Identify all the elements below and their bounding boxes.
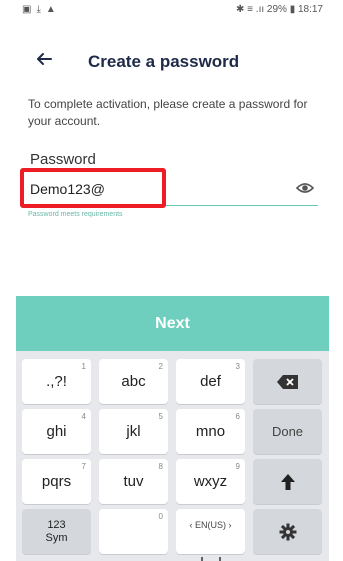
settings-icon: [279, 523, 297, 541]
eye-icon[interactable]: [295, 179, 315, 197]
key-label: ghi: [46, 423, 67, 440]
key-label: wxyz: [193, 473, 228, 490]
next-button[interactable]: Next: [16, 296, 329, 351]
key-label: tuv: [123, 473, 144, 490]
key-jkl[interactable]: jkl 5: [99, 409, 168, 454]
status-bar: ▣ ⤓ ▲ ✱ ≡ .ıı 29% ▮ 18:17: [16, 0, 329, 22]
key-number: 5: [158, 412, 163, 421]
page-title: Create a password: [88, 52, 240, 71]
key-number: 0: [158, 512, 163, 521]
back-arrow-icon[interactable]: [34, 49, 56, 71]
backspace-icon: [276, 373, 300, 390]
key-mno[interactable]: mno 6: [176, 409, 245, 454]
instructions-text: To complete activation, please create a …: [28, 97, 308, 128]
key-number: 3: [235, 362, 240, 371]
key-shift[interactable]: [253, 459, 322, 504]
key-label: def: [200, 373, 221, 390]
key-label: 123 Sym: [45, 519, 68, 545]
key-done[interactable]: Done: [253, 409, 322, 454]
password-hint: Password meets requirements: [28, 211, 123, 218]
password-highlight-box: [20, 168, 166, 208]
key-backspace[interactable]: [253, 359, 322, 404]
key-tuv[interactable]: tuv 8: [99, 459, 168, 504]
key-label: abc: [121, 373, 146, 390]
key-label: pqrs: [41, 473, 72, 490]
key-label: mno: [195, 423, 226, 440]
key-number: 1: [81, 362, 86, 371]
key-label: jkl: [126, 423, 141, 440]
key-punctuation[interactable]: .,?! 1: [22, 359, 91, 404]
keyboard: .,?! 1 abc 2 def 3 ghi 4 jkl 5 mno 6 Done pqrs…: [16, 351, 329, 561]
key-number: 6: [235, 412, 240, 421]
header: Create a password: [16, 44, 329, 80]
key-number: 2: [158, 362, 163, 371]
key-label: Done: [271, 424, 304, 439]
key-number: 7: [81, 462, 86, 471]
download-icon: ⤓: [36, 4, 41, 15]
password-label: Password: [30, 151, 96, 168]
key-number: 9: [235, 462, 240, 471]
spacebar-icon: [201, 537, 221, 561]
phone-screen: ▣ ⤓ ▲ ✱ ≡ .ıı 29% ▮ 18:17 Create a passw…: [16, 0, 329, 561]
key-abc[interactable]: abc 2: [99, 359, 168, 404]
key-label: .,?!: [46, 373, 67, 390]
key-language[interactable]: ‹ EN(US) ›: [176, 509, 245, 561]
key-space[interactable]: 0: [99, 509, 168, 554]
gallery-icon: ▣: [22, 4, 32, 15]
status-bar-right-text: ✱ ≡ .ıı 29% ▮ 18:17: [236, 4, 323, 15]
key-number: 8: [158, 462, 163, 471]
key-123-sym[interactable]: 123 Sym: [22, 509, 91, 554]
key-settings[interactable]: [253, 509, 322, 554]
key-wxyz[interactable]: wxyz 9: [176, 459, 245, 504]
key-ghi[interactable]: ghi 4: [22, 409, 91, 454]
warning-icon: ▲: [45, 4, 56, 15]
key-number: 4: [81, 412, 86, 421]
key-def[interactable]: def 3: [176, 359, 245, 404]
key-pqrs[interactable]: pqrs 7: [22, 459, 91, 504]
shift-arrow-icon: [280, 473, 296, 491]
